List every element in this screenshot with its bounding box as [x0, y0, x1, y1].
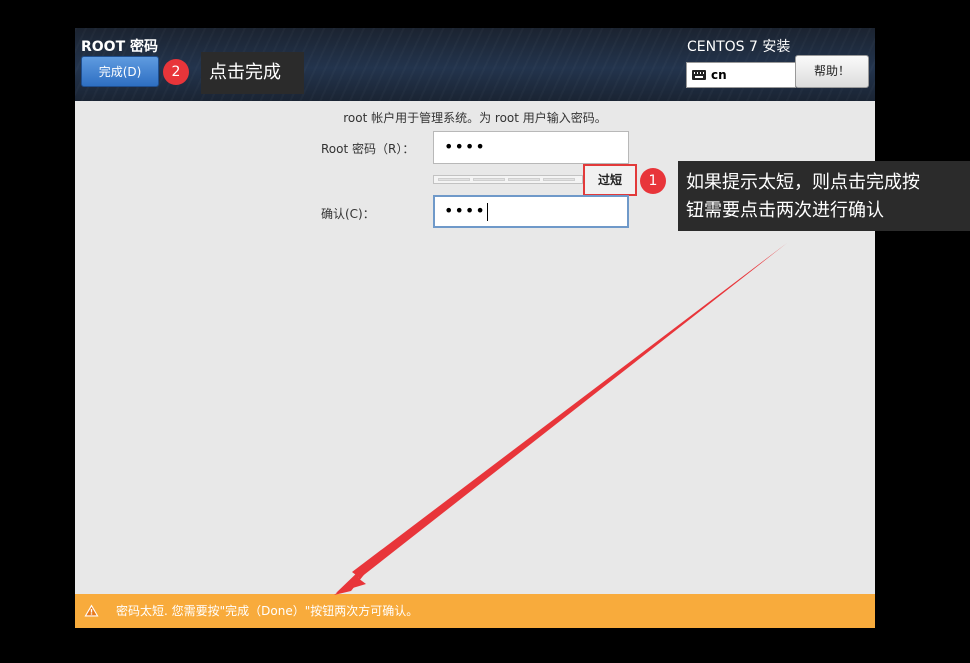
step-badge-2: 2: [163, 59, 189, 85]
help-button[interactable]: 帮助！: [795, 55, 869, 88]
done-button[interactable]: 完成(D): [81, 56, 159, 87]
step-badge-1: 1: [640, 168, 666, 194]
annotation-arrow: [334, 243, 787, 595]
product-title: CENTOS 7 安装: [687, 39, 791, 55]
tooltip-line-1: 如果提示太短，则点击完成按: [686, 172, 920, 193]
keyboard-icon: [692, 70, 706, 80]
tooltip-click-done: 点击完成: [201, 52, 304, 94]
keyboard-layout-indicator[interactable]: cn: [686, 62, 796, 88]
tooltip-click-twice: 如果提示太短，则点击完成按 钮需要点击两次进行确认: [678, 161, 970, 231]
page-title: ROOT 密码: [81, 39, 159, 55]
keyboard-layout-label: cn: [711, 68, 727, 82]
tooltip-line-2: 钮需要点击两次进行确认: [686, 200, 884, 221]
